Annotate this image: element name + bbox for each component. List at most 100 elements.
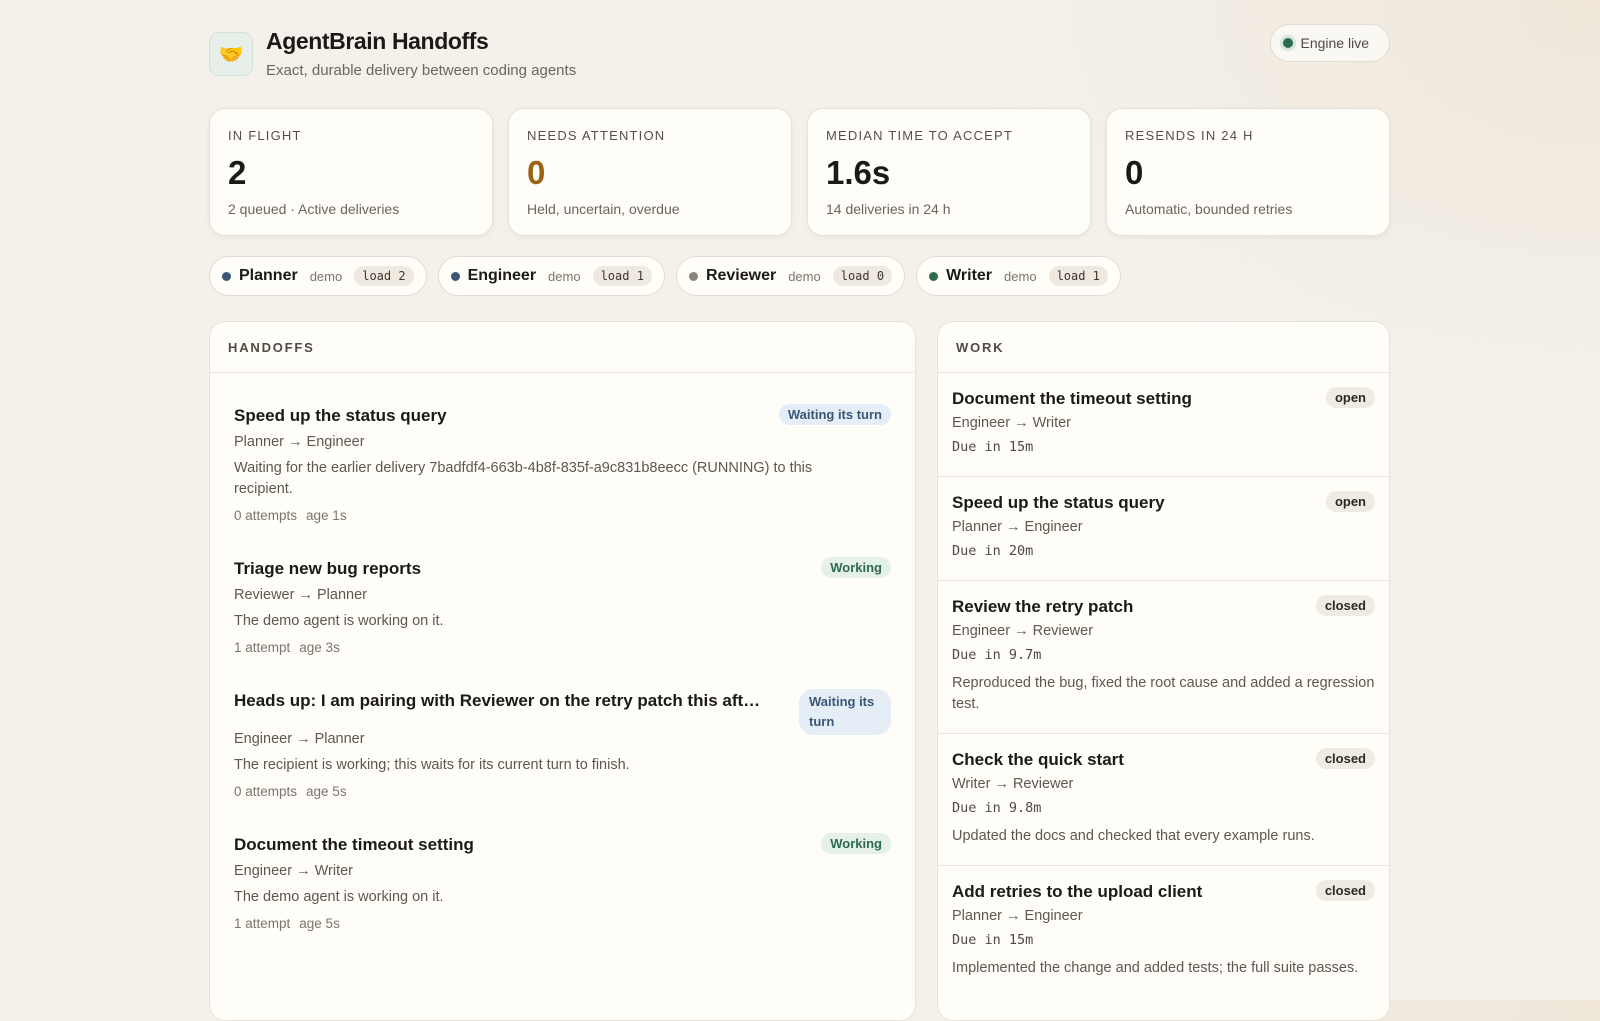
work-title: Review the retry patch: [952, 597, 1134, 616]
engine-status-label: Engine live: [1300, 35, 1370, 51]
stat-note: Held, uncertain, overdue: [527, 201, 680, 217]
handoff-route: Reviewer → Planner: [234, 587, 367, 603]
app-title: AgentBrain Handoffs: [266, 28, 489, 54]
work-route: Planner → Engineer: [952, 908, 1083, 924]
page-header: 🤝 AgentBrain Handoffs Exact, durable del…: [209, 24, 1390, 84]
agent-status-dot-icon: [450, 271, 460, 281]
work-route: Engineer → Reviewer: [952, 623, 1094, 639]
work-item[interactable]: Add retries to the upload client closed …: [938, 866, 1389, 1020]
stat-card-median-time: MEDIAN TIME TO ACCEPT 1.6s 14 deliveries…: [807, 108, 1091, 236]
work-title: Add retries to the upload client: [952, 882, 1203, 901]
work-status-badge: open: [1325, 491, 1375, 512]
handoff-age: age 5s: [299, 916, 340, 931]
work-status-badge: closed: [1315, 748, 1375, 769]
work-status-badge: closed: [1315, 595, 1375, 616]
status-dot-icon: [1282, 38, 1293, 48]
agent-load-badge: load 2: [354, 266, 414, 286]
work-note: Implemented the change and added tests; …: [952, 960, 1359, 976]
handoff-route: Planner → Engineer: [234, 434, 365, 450]
work-due: Due in 20m: [952, 543, 1034, 559]
handoff-route: Engineer → Planner: [234, 731, 365, 747]
agent-name: Planner: [239, 267, 298, 284]
handoff-meta: 0 attempts age 5s: [234, 784, 891, 799]
handoff-attempts: 1 attempt: [234, 916, 291, 931]
handoff-title: Speed up the status query: [234, 406, 447, 425]
work-item[interactable]: Check the quick start closed Writer → Re…: [938, 734, 1389, 866]
handoff-item[interactable]: Document the timeout setting Working Eng…: [210, 833, 915, 931]
work-due: Due in 15m: [952, 932, 1034, 948]
agent-tag: demo: [548, 268, 581, 284]
work-panel: WORK Document the timeout setting open E…: [937, 321, 1390, 1021]
agent-status-dot-icon: [688, 271, 698, 281]
stat-label: IN FLIGHT: [228, 128, 302, 143]
work-title: Document the timeout setting: [952, 389, 1192, 408]
stats-row: IN FLIGHT 2 2 queued · Active deliveries…: [209, 108, 1390, 236]
work-due: Due in 9.8m: [952, 800, 1042, 816]
agent-status-dot-icon: [222, 271, 231, 281]
agent-tag: demo: [788, 268, 821, 284]
stat-note: 2 queued · Active deliveries: [228, 201, 400, 217]
handoff-status-badge: Waiting its turn: [778, 404, 891, 425]
handoff-attempts: 1 attempt: [234, 640, 291, 655]
agent-chip-planner[interactable]: Planner demo load 2: [209, 256, 427, 296]
agent-chip-writer[interactable]: Writer demo load 1: [916, 256, 1121, 296]
work-route: Planner → Engineer: [952, 519, 1083, 535]
work-item[interactable]: Document the timeout setting open Engine…: [938, 373, 1389, 477]
agent-chip-reviewer[interactable]: Reviewer demo load 0: [675, 256, 906, 296]
agent-load-badge: load 0: [832, 266, 893, 286]
handoff-status-badge: Waiting its turn: [799, 689, 891, 735]
handoff-attempts: 0 attempts: [234, 784, 298, 799]
handoff-attempts: 0 attempts: [234, 508, 298, 523]
stat-label: RESENDS IN 24 H: [1125, 128, 1254, 143]
stat-card-resends: RESENDS IN 24 H 0 Automatic, bounded ret…: [1106, 108, 1390, 236]
handoff-title: Heads up: I am pairing with Reviewer on …: [234, 691, 769, 710]
handoff-description: The recipient is working; this waits for…: [234, 757, 630, 773]
handshake-logo-icon: 🤝: [209, 32, 253, 76]
work-heading: WORK: [938, 322, 1389, 373]
handoff-meta: 1 attempt age 5s: [234, 916, 891, 931]
app-subtitle: Exact, durable delivery between coding a…: [266, 62, 577, 79]
work-due: Due in 9.7m: [952, 647, 1042, 663]
handoff-meta: 1 attempt age 3s: [234, 640, 891, 655]
agent-name: Writer: [946, 267, 993, 284]
handoff-age: age 3s: [299, 640, 340, 655]
work-status-badge: closed: [1315, 880, 1375, 901]
handoff-item[interactable]: Heads up: I am pairing with Reviewer on …: [210, 689, 915, 799]
handoff-route: Engineer → Writer: [234, 863, 353, 879]
stat-value: 0: [1125, 154, 1144, 191]
work-title: Check the quick start: [952, 750, 1124, 769]
work-route: Engineer → Writer: [952, 415, 1071, 431]
stat-value: 0: [527, 154, 546, 191]
work-status-badge: open: [1325, 387, 1375, 408]
stat-value: 1.6s: [826, 154, 891, 191]
handoff-description: The demo agent is working on it.: [234, 613, 444, 629]
handoff-status-badge: Working: [821, 557, 891, 578]
agent-load-badge: load 1: [1048, 266, 1108, 286]
handoff-description: Waiting for the earlier delivery 7badfdf…: [234, 460, 813, 497]
handoff-age: age 1s: [306, 508, 347, 523]
agent-status-dot-icon: [929, 271, 939, 281]
work-item[interactable]: Review the retry patch closed Engineer →…: [938, 581, 1389, 734]
agent-chip-engineer[interactable]: Engineer demo load 1: [437, 256, 665, 296]
handoff-age: age 5s: [306, 784, 347, 799]
handoff-title: Triage new bug reports: [234, 559, 422, 578]
agent-load-badge: load 1: [592, 266, 652, 286]
work-route: Writer → Reviewer: [952, 776, 1074, 792]
engine-status-pill: Engine live: [1269, 24, 1390, 62]
handoff-item[interactable]: Speed up the status query Waiting its tu…: [210, 404, 915, 523]
agent-tag: demo: [309, 268, 343, 284]
handoff-item[interactable]: Triage new bug reports Working Reviewer …: [210, 557, 915, 655]
stat-card-needs-attention: NEEDS ATTENTION 0 Held, uncertain, overd…: [508, 108, 792, 236]
agent-name: Reviewer: [705, 267, 777, 284]
work-item[interactable]: Speed up the status query open Planner →…: [938, 477, 1389, 581]
stat-label: MEDIAN TIME TO ACCEPT: [826, 128, 1014, 143]
stat-label: NEEDS ATTENTION: [527, 128, 666, 143]
agent-name: Engineer: [467, 267, 537, 284]
handoffs-heading: HANDOFFS: [210, 322, 915, 373]
agent-chips: Planner demo load 2 Engineer demo load 1…: [209, 256, 1121, 296]
work-title: Speed up the status query: [952, 493, 1165, 512]
handoff-status-badge: Working: [821, 833, 891, 854]
work-due: Due in 15m: [952, 439, 1034, 455]
stat-note: 14 deliveries in 24 h: [826, 201, 951, 217]
work-note: Updated the docs and checked that every …: [952, 828, 1315, 844]
